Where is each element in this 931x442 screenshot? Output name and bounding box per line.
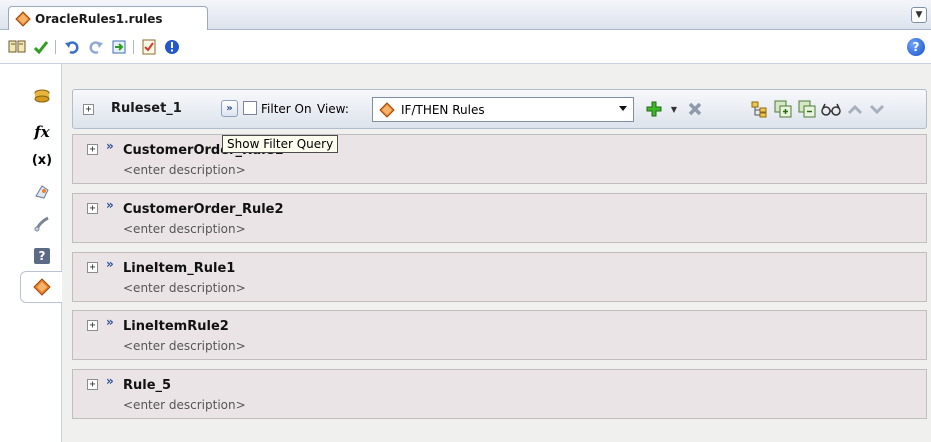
rules-diamond-icon bbox=[15, 11, 31, 27]
editor-tab-bar: OracleRules1.rules ▼ bbox=[0, 0, 931, 31]
show-filter-query-button[interactable]: » bbox=[221, 100, 238, 117]
help-icon[interactable]: ? bbox=[907, 38, 925, 56]
functions-icon[interactable]: fx bbox=[30, 120, 54, 144]
filter-on-checkbox[interactable] bbox=[243, 101, 257, 115]
tab-title: OracleRules1.rules bbox=[35, 12, 163, 26]
rule-expand-toggle[interactable]: + bbox=[87, 203, 98, 214]
facts-icon[interactable] bbox=[30, 84, 54, 108]
toolbar-separator bbox=[55, 40, 56, 54]
rule-collapse-chevron-icon[interactable]: » bbox=[106, 198, 114, 212]
redo-icon[interactable] bbox=[87, 38, 105, 56]
toolbar-separator bbox=[133, 40, 134, 54]
tab-oraclerules1[interactable]: OracleRules1.rules bbox=[8, 6, 208, 31]
view-label: View: bbox=[317, 102, 349, 116]
rule-card[interactable]: + » LineItem_Rule1 <enter description> bbox=[72, 252, 927, 302]
rule-collapse-chevron-icon[interactable]: » bbox=[106, 315, 114, 329]
rule-collapse-chevron-icon[interactable]: » bbox=[106, 257, 114, 271]
rule-collapse-chevron-icon[interactable]: » bbox=[106, 139, 114, 153]
rule-name[interactable]: Rule_5 bbox=[123, 378, 171, 393]
filter-query-tooltip: Show Filter Query bbox=[222, 135, 339, 153]
expand-all-icon[interactable] bbox=[773, 99, 793, 119]
validate-icon[interactable] bbox=[140, 38, 158, 56]
rule-description[interactable]: <enter description> bbox=[123, 281, 246, 295]
info-icon[interactable] bbox=[163, 38, 181, 56]
ruleset-name[interactable]: Ruleset_1 bbox=[111, 101, 182, 116]
side-navigation: fx (x) ? bbox=[0, 64, 62, 442]
rule-card[interactable]: + » Rule_5 <enter description> bbox=[72, 369, 927, 419]
ruleset-editor: + Ruleset_1 » Filter On View: IF/THEN Ru… bbox=[62, 64, 931, 442]
rule-expand-toggle[interactable]: + bbox=[87, 320, 98, 331]
rule-expand-toggle[interactable]: + bbox=[87, 144, 98, 155]
decision-functions-label: ? bbox=[34, 248, 50, 264]
delete-icon[interactable] bbox=[685, 99, 705, 119]
globals-icon[interactable] bbox=[30, 180, 54, 204]
rule-description[interactable]: <enter description> bbox=[123, 163, 246, 177]
ruleset-expand-toggle[interactable]: + bbox=[83, 104, 94, 115]
rule-card[interactable]: + » CustomerOrder_Rule1 <enter descripti… bbox=[72, 134, 927, 184]
rule-card[interactable]: + » LineItemRule2 <enter description> bbox=[72, 310, 927, 360]
add-menu-arrow-icon[interactable]: ▼ bbox=[664, 99, 684, 119]
rule-expand-toggle[interactable]: + bbox=[87, 379, 98, 390]
links-icon[interactable] bbox=[30, 212, 54, 236]
check-icon[interactable] bbox=[32, 38, 50, 56]
rule-collapse-chevron-icon[interactable]: » bbox=[106, 374, 114, 388]
move-up-icon[interactable] bbox=[845, 99, 865, 119]
editor-toolbar: ? bbox=[0, 30, 931, 64]
rule-name[interactable]: LineItemRule2 bbox=[123, 319, 229, 334]
rule-description[interactable]: <enter description> bbox=[123, 398, 246, 412]
rule-name[interactable]: CustomerOrder_Rule2 bbox=[123, 202, 284, 217]
rules-diamond-icon bbox=[379, 101, 395, 118]
view-select[interactable]: IF/THEN Rules bbox=[372, 97, 634, 122]
ruleset-header: + Ruleset_1 » Filter On View: IF/THEN Ru… bbox=[72, 89, 927, 129]
rule-card[interactable]: + » CustomerOrder_Rule2 <enter descripti… bbox=[72, 193, 927, 243]
hierarchy-icon[interactable] bbox=[749, 99, 769, 119]
rulesets-icon[interactable] bbox=[30, 275, 54, 299]
view-select-value: IF/THEN Rules bbox=[401, 102, 485, 117]
rule-expand-toggle[interactable]: + bbox=[87, 262, 98, 273]
glasses-icon[interactable] bbox=[821, 99, 841, 119]
decision-functions-icon[interactable]: ? bbox=[30, 244, 54, 268]
move-down-icon[interactable] bbox=[867, 99, 887, 119]
rule-description[interactable]: <enter description> bbox=[123, 339, 246, 353]
chevron-down-icon[interactable] bbox=[619, 106, 627, 111]
book-icon[interactable] bbox=[8, 38, 26, 56]
import-icon[interactable] bbox=[110, 38, 128, 56]
rule-description[interactable]: <enter description> bbox=[123, 222, 246, 236]
chevron-down-icon[interactable]: ▼ bbox=[911, 7, 927, 23]
variables-icon[interactable]: (x) bbox=[30, 148, 54, 172]
filter-on-label: Filter On bbox=[261, 102, 312, 116]
add-icon[interactable] bbox=[644, 99, 664, 119]
rule-name[interactable]: LineItem_Rule1 bbox=[123, 261, 235, 276]
undo-icon[interactable] bbox=[63, 38, 81, 56]
collapse-all-icon[interactable] bbox=[797, 99, 817, 119]
